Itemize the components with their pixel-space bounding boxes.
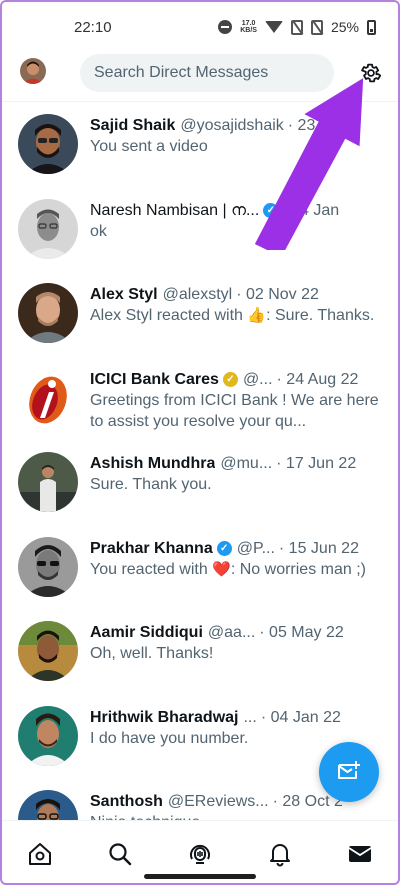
conversation-name: Santhosh	[90, 793, 163, 810]
nav-notifications[interactable]	[265, 839, 295, 869]
conversation-preview: Sure. Thank you.	[90, 476, 212, 493]
conversation-row[interactable]: Sajid Shaik @yosajidshaik · 23 You sent …	[0, 104, 400, 189]
conversation-preview: Ninja technique	[90, 812, 388, 820]
avatar	[18, 452, 78, 512]
search-icon	[109, 843, 132, 866]
conversation-row[interactable]: ICICI Bank Cares ✓ @... · 24 Aug 22 Gree…	[0, 358, 400, 443]
battery-percent: 25%	[330, 19, 359, 35]
preview-text-after: : No worries man ;)	[230, 560, 366, 578]
conversation-handle: @alexstyl	[162, 286, 233, 303]
preview-text-before: You reacted with	[90, 560, 213, 578]
preview-text-after: : Sure. Thanks.	[266, 307, 375, 324]
avatar	[18, 621, 78, 681]
search-input[interactable]: Search Direct Messages	[80, 54, 334, 92]
settings-button[interactable]	[357, 59, 385, 87]
home-icon	[29, 843, 51, 865]
conversation-name: Naresh Nambisan | ന...	[90, 201, 260, 219]
avatar	[18, 198, 78, 259]
conversation-row[interactable]: Alex Styl @alexstyl · 02 Nov 22 Alex Sty…	[0, 273, 400, 358]
avatar	[18, 790, 78, 820]
conversation-name: Sajid Shaik	[90, 117, 176, 134]
conversation-date: · 02 Nov 22	[236, 286, 319, 303]
search-placeholder: Search Direct Messages	[94, 64, 269, 81]
status-bar: 22:10 17.0 KB/S 25%	[0, 0, 400, 54]
network-speed: 17.0 KB/S	[240, 20, 257, 34]
conversation-row[interactable]: Ashish Mundhra @mu... · 17 Jun 22 Sure. …	[0, 442, 400, 527]
conversation-handle: @yosajidshaik	[180, 117, 284, 134]
verified-badge-icon: ✓	[216, 541, 232, 556]
conversation-name: Alex Styl	[90, 286, 158, 303]
conversation-handle: ...	[243, 708, 257, 726]
conversation-date: · 14 Jan	[281, 201, 340, 219]
conversation-preview: Alex Styl reacted with 👍: Sure. Thanks.	[90, 305, 388, 326]
no-sim-icon	[290, 19, 303, 35]
wifi-icon	[264, 21, 283, 33]
home-indicator	[144, 874, 256, 879]
avatar	[18, 536, 78, 597]
conversation-name: ICICI Bank Cares	[90, 370, 219, 388]
conversation-handle: @aa...	[207, 624, 256, 641]
network-speed-value: 17.0	[241, 20, 256, 27]
verified-badge-icon: ✓	[263, 203, 279, 218]
conversation-preview: ok	[90, 222, 107, 240]
status-icons: 17.0 KB/S 25%	[218, 19, 376, 35]
conversation-name: Aamir Siddiqui	[90, 624, 203, 641]
avatar	[18, 367, 78, 428]
verified-business-badge-icon: ✓	[222, 372, 238, 387]
conversation-preview: Oh, well. Thanks!	[90, 645, 214, 662]
messages-header: Search Direct Messages	[0, 54, 400, 102]
nav-search[interactable]	[105, 839, 135, 869]
conversation-list: Sajid Shaik @yosajidshaik · 23 You sent …	[0, 104, 400, 820]
conversation-handle: @mu...	[220, 455, 273, 472]
conversation-handle: @EReviews...	[167, 793, 269, 810]
do-not-disturb-icon	[218, 20, 233, 34]
profile-avatar[interactable]	[20, 58, 46, 84]
new-message-icon	[338, 761, 360, 779]
avatar	[18, 705, 78, 766]
conversation-name: Ashish Mundhra	[90, 455, 216, 472]
thumbs-up-emoji-icon: 👍	[247, 307, 267, 324]
preview-text-before: Alex Styl reacted with	[90, 307, 248, 324]
battery-icon	[367, 19, 376, 35]
conversation-date: · 04 Jan 22	[260, 708, 341, 726]
new-message-button[interactable]	[319, 742, 379, 802]
conversation-handle: @...	[242, 370, 273, 388]
conversation-date: · 24 Aug 22	[276, 370, 359, 388]
status-time: 22:10	[74, 18, 112, 36]
conversation-row[interactable]: Aamir Siddiqui @aa... · 05 May 22 Oh, we…	[0, 611, 400, 696]
conversation-date: · 05 May 22	[259, 624, 344, 641]
avatar	[18, 114, 78, 174]
gear-icon	[361, 63, 382, 83]
notifications-icon	[270, 844, 290, 867]
conversation-date: · 23	[287, 117, 316, 134]
nav-spaces[interactable]	[185, 839, 215, 869]
spaces-icon	[190, 844, 210, 864]
conversation-row[interactable]: Prakhar Khanna ✓ @P... · 15 Jun 22 You r…	[0, 527, 400, 612]
conversation-preview: You sent a video	[90, 138, 208, 155]
heart-emoji-icon: ❤️	[212, 560, 231, 578]
nav-home[interactable]	[25, 839, 55, 869]
conversation-date: · 17 Jun 22	[276, 455, 357, 472]
conversation-date: · 15 Jun 22	[278, 539, 359, 557]
avatar	[18, 283, 78, 343]
no-sim-icon-2	[310, 19, 323, 35]
conversation-row[interactable]: Naresh Nambisan | ന... ✓ · 14 Jan ok	[0, 189, 400, 274]
network-speed-unit: KB/S	[240, 27, 257, 34]
conversation-name: Prakhar Khanna	[90, 539, 213, 557]
icici-logo-icon	[18, 367, 78, 428]
conversation-name: Hrithwik Bharadwaj	[90, 708, 239, 726]
conversation-handle: @P...	[236, 539, 275, 557]
conversation-preview: You reacted with ❤️: No worries man ;)	[90, 559, 388, 580]
messages-icon	[348, 846, 372, 862]
conversation-preview: Greetings from ICICI Bank ! We are here …	[90, 391, 379, 430]
nav-messages[interactable]	[345, 839, 375, 869]
